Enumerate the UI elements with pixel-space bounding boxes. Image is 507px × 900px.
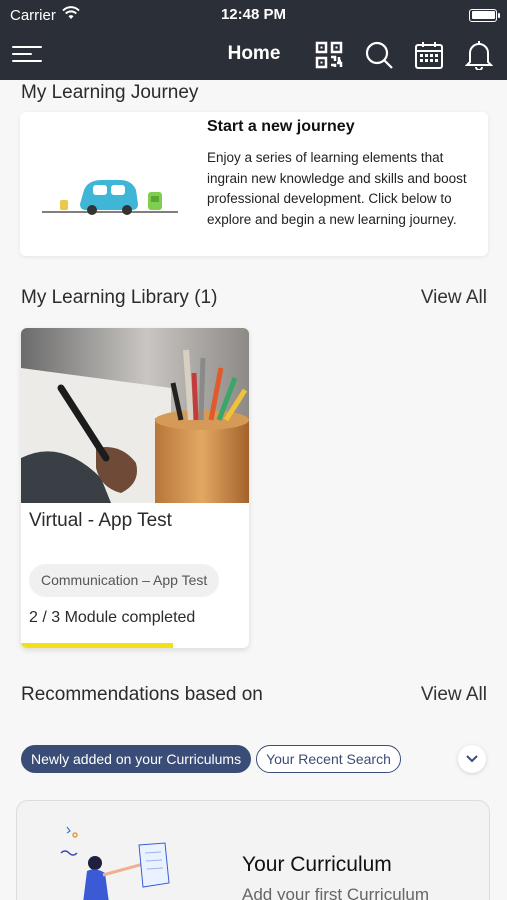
course-progress-fill bbox=[21, 643, 174, 648]
course-thumbnail bbox=[21, 328, 249, 503]
recommendation-filter-chips: Newly added on your Curriculums Your Rec… bbox=[21, 745, 401, 773]
curriculum-card-title: Your Curriculum bbox=[242, 853, 392, 876]
nav-bar: Home bbox=[0, 30, 507, 80]
chevron-down-icon[interactable] bbox=[458, 745, 486, 773]
carrier-label: Carrier bbox=[10, 6, 56, 24]
page-title: Home bbox=[227, 43, 281, 64]
course-progress-text: 2 / 3 Module completed bbox=[29, 609, 196, 626]
course-card[interactable]: Virtual - App Test Communication – App T… bbox=[21, 328, 249, 648]
menu-icon[interactable] bbox=[12, 41, 42, 69]
journey-card-description: Enjoy a series of learning elements that… bbox=[207, 150, 467, 227]
curriculum-card-subtitle: Add your first Curriculum bbox=[242, 885, 430, 900]
journey-card-title: Start a new journey bbox=[207, 118, 355, 135]
top-bar: Carrier 12:48 PM Home bbox=[0, 0, 507, 80]
car-illustration bbox=[40, 162, 180, 227]
library-view-all-link[interactable]: View All bbox=[421, 287, 487, 309]
chip-newly-added[interactable]: Newly added on your Curriculums bbox=[21, 745, 252, 773]
curriculum-card[interactable]: Your Curriculum Add your first Curriculu… bbox=[16, 800, 490, 900]
journey-card[interactable]: Start a new journey Enjoy a series of le… bbox=[20, 112, 488, 256]
journey-section-title: My Learning Journey bbox=[21, 82, 199, 103]
wifi-icon bbox=[62, 6, 80, 24]
calendar-icon[interactable] bbox=[411, 38, 447, 72]
battery-icon bbox=[469, 8, 500, 22]
course-progress-bar bbox=[21, 643, 249, 648]
course-title: Virtual - App Test bbox=[29, 510, 172, 531]
qr-code-icon[interactable] bbox=[311, 38, 347, 72]
search-icon[interactable] bbox=[361, 38, 397, 72]
bell-icon[interactable] bbox=[461, 38, 497, 72]
chip-recent-search[interactable]: Your Recent Search bbox=[256, 745, 401, 773]
recommendations-view-all-link[interactable]: View All bbox=[421, 684, 487, 706]
recommendations-section-title: Recommendations based on bbox=[21, 684, 263, 705]
curriculum-illustration bbox=[47, 823, 187, 900]
status-bar: Carrier 12:48 PM bbox=[0, 0, 507, 30]
library-section-title: My Learning Library (1) bbox=[21, 287, 218, 308]
course-category-tag: Communication – App Test bbox=[29, 564, 220, 597]
